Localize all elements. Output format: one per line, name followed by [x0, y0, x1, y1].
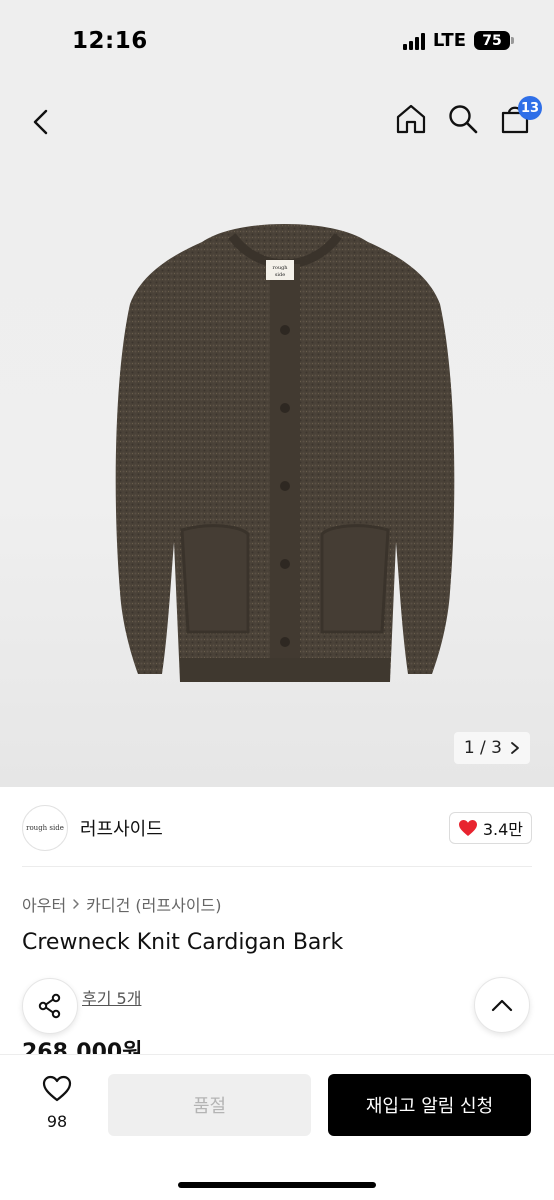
- battery-level: 75: [482, 32, 502, 49]
- divider: [22, 866, 532, 867]
- share-button[interactable]: [22, 978, 78, 1034]
- battery-icon: 75: [474, 31, 514, 50]
- bottom-action-bar: 98 품절 재입고 알림 신청: [0, 1054, 554, 1200]
- home-indicator: [178, 1182, 376, 1188]
- share-icon: [38, 993, 61, 1019]
- status-indicators: LTE 75: [402, 30, 514, 51]
- cart-count-badge: 13: [518, 96, 542, 120]
- header-actions: 13: [394, 96, 542, 136]
- search-button[interactable]: [446, 102, 480, 136]
- restock-alert-button[interactable]: 재입고 알림 신청: [328, 1074, 531, 1136]
- home-button[interactable]: [394, 102, 428, 136]
- chevron-right-icon: [511, 742, 519, 754]
- brand-like-count: 3.4만: [482, 820, 523, 839]
- tag-text-rough: rough: [272, 265, 288, 271]
- brand-row[interactable]: rough side 러프사이드 3.4만: [22, 800, 532, 856]
- chevron-up-icon: [491, 999, 513, 1012]
- brand-logo[interactable]: rough side: [22, 805, 68, 851]
- brand-logo-text: rough side: [26, 824, 64, 832]
- brand-like-button[interactable]: 3.4만: [448, 812, 532, 844]
- status-bar: 12:16 LTE 75: [0, 0, 554, 84]
- brand-name[interactable]: 러프사이드: [80, 815, 163, 841]
- product-title: Crewneck Knit Cardigan Bark: [22, 930, 344, 955]
- product-image: rough side: [115, 224, 455, 682]
- soldout-button: 품절: [108, 1074, 311, 1136]
- cart-button[interactable]: 13: [498, 96, 542, 136]
- heart-outline-icon: [42, 1075, 72, 1102]
- home-icon: [396, 104, 426, 134]
- status-time: 12:16: [72, 28, 148, 54]
- tag-text-side: side: [275, 272, 285, 278]
- wishlist-button[interactable]: 98: [34, 1075, 80, 1131]
- scroll-top-button[interactable]: [474, 977, 530, 1033]
- product-gallery[interactable]: 13 rough side 1 / 3: [0, 84, 554, 787]
- network-label: LTE: [432, 30, 466, 51]
- image-page-indicator[interactable]: 1 / 3: [453, 732, 530, 764]
- heart-icon: [458, 820, 477, 836]
- back-icon: [33, 109, 48, 135]
- chevron-right-icon: [73, 899, 79, 909]
- page-indicator-text: 1 / 3: [463, 738, 502, 758]
- back-button[interactable]: [24, 104, 60, 140]
- breadcrumb-item-cardigan[interactable]: 카디건 (러프사이드): [86, 892, 221, 916]
- breadcrumb-item-outer[interactable]: 아우터: [22, 892, 66, 916]
- wishlist-count: 98: [46, 1112, 68, 1131]
- breadcrumb: 아우터 카디건 (러프사이드): [22, 892, 222, 916]
- search-icon: [449, 105, 478, 134]
- signal-icon: [402, 32, 425, 50]
